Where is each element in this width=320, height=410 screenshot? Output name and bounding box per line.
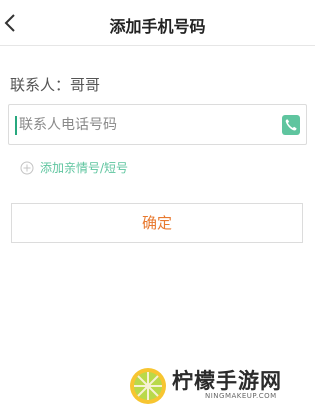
contact-book-button[interactable]: [282, 115, 300, 135]
header-bar: 添加手机号码: [0, 0, 315, 46]
contact-book-icon: [285, 119, 297, 131]
page-title: 添加手机号码: [109, 17, 206, 36]
add-family-number-label: 添加亲情号/短号: [40, 161, 129, 175]
watermark: 柠檬手游网 NINGMAKEUP.COM: [128, 362, 310, 406]
watermark-site: NINGMAKEUP.COM: [205, 392, 277, 400]
phone-field: [8, 104, 307, 145]
text-cursor: [15, 116, 17, 135]
phone-number-input[interactable]: [19, 105, 281, 144]
confirm-button[interactable]: 确定: [11, 203, 303, 243]
lemon-logo: [130, 368, 166, 404]
contact-name-label: 联系人：哥哥: [10, 76, 101, 94]
watermark-brand: 柠檬手游网: [172, 369, 282, 393]
plus-circle-icon: [20, 161, 34, 175]
